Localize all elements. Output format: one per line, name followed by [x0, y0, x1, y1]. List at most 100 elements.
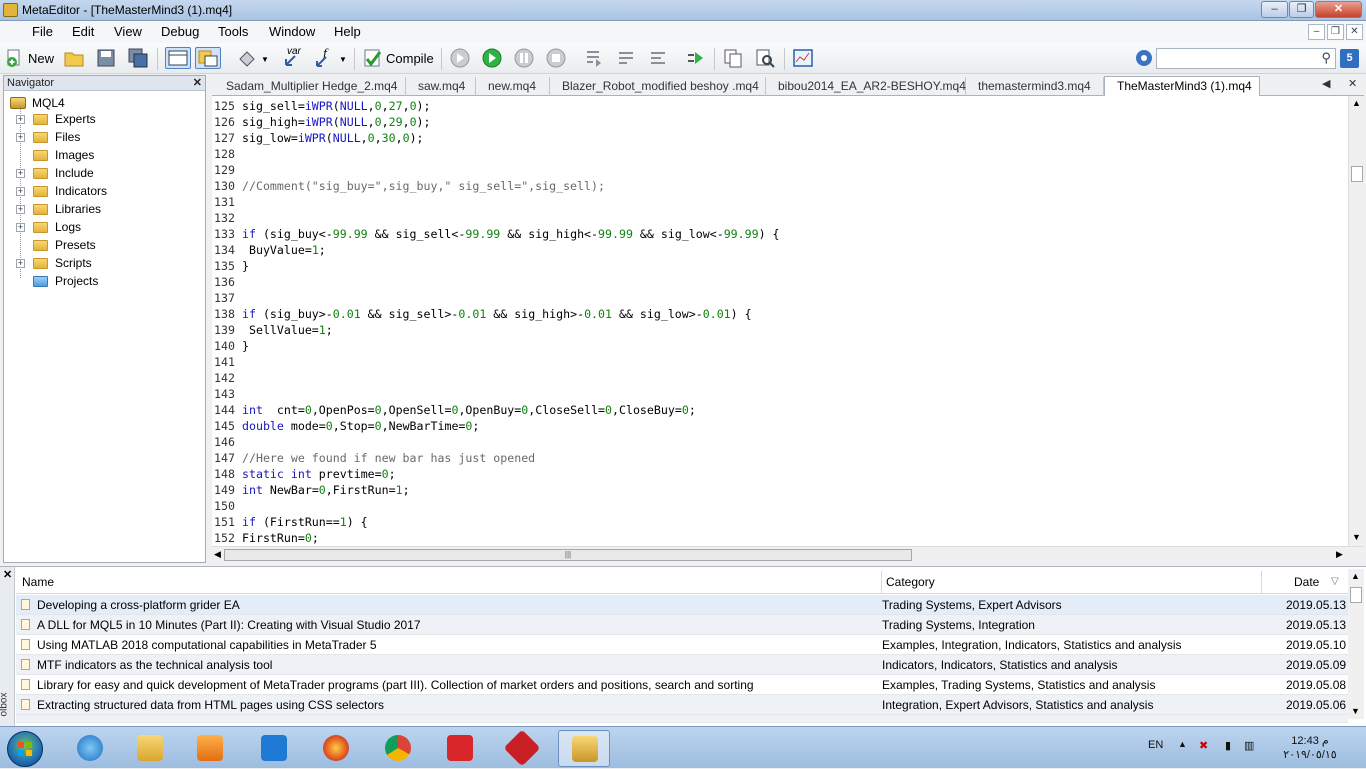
start-button[interactable]	[7, 731, 43, 767]
language-indicator[interactable]: EN	[1148, 739, 1163, 751]
maximize-button[interactable]: ❐	[1289, 1, 1314, 18]
network-error-icon[interactable]: ✖	[1199, 739, 1208, 752]
table-row[interactable]: MTF indicators as the technical analysis…	[16, 655, 1348, 675]
pause-button[interactable]	[513, 47, 535, 69]
expand-plus-icon[interactable]: +	[16, 169, 25, 178]
insert-function-button[interactable]: f	[313, 47, 335, 69]
taskbar-metaeditor[interactable]	[558, 730, 610, 767]
tab-themastermind3[interactable]: themastermind3.mq4	[966, 77, 1104, 96]
menu-debug[interactable]: Debug	[161, 24, 199, 39]
scroll-left-icon[interactable]: ◀	[214, 549, 221, 560]
scroll-down-icon[interactable]: ▼	[1351, 706, 1360, 716]
dropdown-arrow-icon[interactable]: ▼	[261, 55, 269, 64]
step-out-button[interactable]	[647, 47, 669, 69]
column-date[interactable]: Date	[1294, 575, 1319, 589]
expand-plus-icon[interactable]: +	[16, 205, 25, 214]
column-divider[interactable]	[1261, 571, 1262, 594]
menu-window[interactable]: Window	[269, 24, 315, 39]
compile-button[interactable]	[362, 47, 384, 69]
run-to-cursor-button[interactable]	[685, 47, 707, 69]
menu-help[interactable]: Help	[334, 24, 361, 39]
toolbox-close-icon[interactable]: ✕	[3, 568, 12, 581]
tab-themastermind3-1[interactable]: TheMasterMind3 (1).mq4	[1104, 76, 1260, 97]
tray-expand-icon[interactable]: ▲	[1178, 739, 1187, 749]
mdi-minimize-button[interactable]: –	[1308, 24, 1325, 40]
save-button[interactable]	[95, 47, 117, 69]
taskbar-firefox[interactable]	[310, 730, 362, 767]
table-row[interactable]: A DLL for MQL5 in 10 Minutes (Part II): …	[16, 615, 1348, 635]
taskbar-file-explorer[interactable]	[124, 730, 176, 767]
navigator-toggle-button[interactable]	[165, 47, 191, 69]
table-row[interactable]: Extracting structured data from HTML pag…	[16, 695, 1348, 715]
open-button[interactable]	[63, 47, 85, 69]
table-row-partial[interactable]	[16, 715, 1348, 723]
settings-button[interactable]	[1133, 47, 1155, 69]
mdi-close-button[interactable]: ✕	[1346, 24, 1363, 40]
tab-new[interactable]: new.mq4	[476, 77, 550, 96]
terminal-button[interactable]	[792, 47, 814, 69]
menu-edit[interactable]: Edit	[72, 24, 94, 39]
articles-vertical-scrollbar[interactable]: ▲ ▼	[1348, 569, 1364, 719]
scroll-right-icon[interactable]: ▶	[1336, 549, 1343, 560]
mdi-restore-button[interactable]: ❐	[1327, 24, 1344, 40]
system-clock[interactable]: 12:43 م ٢٠١٩/٠٥/١٥	[1262, 734, 1358, 762]
start-debug-button[interactable]	[481, 47, 503, 69]
search-input[interactable]: ⚲	[1156, 48, 1336, 69]
horizontal-scroll-thumb[interactable]: |||	[224, 549, 912, 561]
expand-plus-icon[interactable]: +	[16, 223, 25, 232]
battery-icon[interactable]: ▮	[1225, 739, 1231, 752]
copy-button[interactable]	[722, 47, 744, 69]
sort-arrow-icon[interactable]: ▽	[1331, 576, 1339, 587]
code-editor[interactable]: 125 sig_sell=iWPR(NULL,0,27,0); 126 sig_hig…	[212, 96, 1348, 546]
table-row[interactable]: Library for easy and quick development o…	[16, 675, 1348, 695]
editor-vertical-scrollbar[interactable]: ▲ ▼	[1348, 96, 1364, 546]
insert-var-button[interactable]: var	[281, 46, 303, 69]
tab-sadam-multiplier[interactable]: Sadam_Multiplier Hedge_2.mq4	[214, 77, 406, 96]
column-name[interactable]: Name	[22, 575, 54, 589]
menu-tools[interactable]: Tools	[218, 24, 248, 39]
navigator-close-icon[interactable]: ✕	[193, 76, 202, 90]
save-all-button[interactable]	[127, 47, 149, 69]
expand-plus-icon[interactable]: +	[16, 133, 25, 142]
new-label[interactable]: New	[28, 51, 54, 66]
taskbar-internet-explorer[interactable]	[64, 730, 116, 767]
dropdown-arrow-icon[interactable]: ▼	[339, 55, 347, 64]
stop-button[interactable]	[545, 47, 567, 69]
tab-blazer-robot[interactable]: Blazer_Robot_modified beshoy .mq4	[550, 77, 766, 96]
taskbar-pdf-app[interactable]	[434, 730, 486, 767]
taskbar-app-blue[interactable]	[248, 730, 300, 767]
notification-badge[interactable]: 5	[1340, 49, 1359, 68]
vertical-scroll-thumb[interactable]	[1351, 166, 1363, 182]
start-debug-history-button[interactable]	[449, 47, 471, 69]
styler-button[interactable]	[236, 47, 258, 69]
new-file-button[interactable]	[4, 47, 26, 69]
column-divider[interactable]	[881, 571, 882, 594]
taskbar-red-app[interactable]	[496, 729, 548, 767]
expand-plus-icon[interactable]: +	[16, 187, 25, 196]
step-into-button[interactable]	[583, 47, 605, 69]
compile-label[interactable]: Compile	[386, 51, 434, 66]
articles-scroll-thumb[interactable]	[1350, 587, 1362, 603]
taskbar-media-player[interactable]	[184, 730, 236, 767]
tab-scroll-left-icon[interactable]: ◀	[1322, 77, 1330, 90]
tab-bibou2014[interactable]: bibou2014_EA_AR2-BESHOY.mq4	[766, 77, 966, 96]
scroll-up-icon[interactable]: ▲	[1352, 98, 1361, 108]
scroll-up-icon[interactable]: ▲	[1351, 571, 1360, 581]
find-in-files-button[interactable]	[754, 47, 776, 69]
taskbar-chrome[interactable]	[372, 730, 424, 767]
menu-file[interactable]: File	[32, 24, 53, 39]
toolbox-toggle-button[interactable]	[195, 47, 221, 69]
tab-close-icon[interactable]: ✕	[1348, 77, 1357, 90]
table-row[interactable]: Using MATLAB 2018 computational capabili…	[16, 635, 1348, 655]
table-row[interactable]: Developing a cross-platform grider EA Tra…	[16, 595, 1348, 615]
menu-view[interactable]: View	[114, 24, 142, 39]
step-over-button[interactable]	[615, 47, 637, 69]
expand-plus-icon[interactable]: +	[16, 259, 25, 268]
minimize-button[interactable]: –	[1261, 1, 1288, 18]
tab-saw[interactable]: saw.mq4	[406, 77, 476, 96]
search-icon[interactable]: ⚲	[1321, 50, 1331, 66]
close-button[interactable]: ✕	[1315, 1, 1362, 18]
signal-bars-icon[interactable]: ▥	[1244, 739, 1254, 752]
column-category[interactable]: Category	[886, 575, 935, 589]
editor-horizontal-scrollbar[interactable]: ◀ ||| ▶	[212, 546, 1364, 562]
